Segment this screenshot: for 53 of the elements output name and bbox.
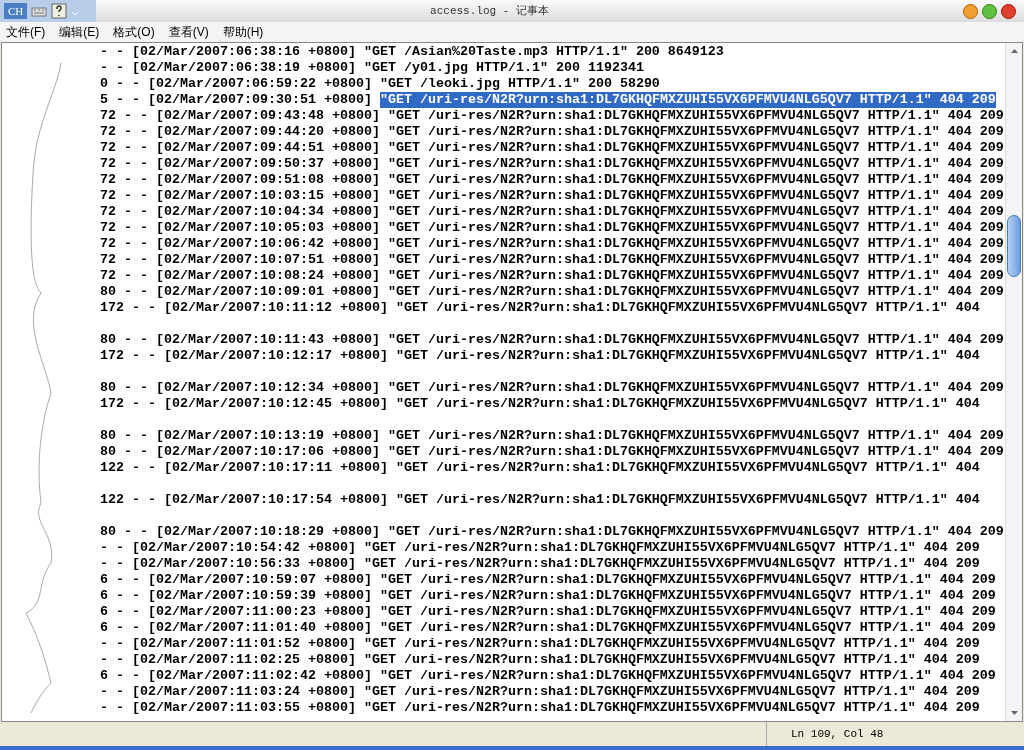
log-line: - - [02/Mar/2007:11:03:55 +0800] "GET /uri-res/N2R?urn:sha1:DL7GKHQFMXZUHI55VX6PFMVU4NLG5QV7 HTTP/1.1" 404 209 bbox=[100, 700, 980, 716]
log-line: 72 - - [02/Mar/2007:09:44:20 +0800] "GET /uri-res/N2R?urn:sha1:DL7GKHQFMXZUHI55VX6PFMVU4NLG5QV7 HTTP/1.1" 404 209 bbox=[100, 124, 1004, 140]
log-line: 172 - - [02/Mar/2007:10:11:12 +0800] "GET /uri-res/N2R?urn:sha1:DL7GKHQFMXZUHI55VX6PFMVU4NLG5QV7 HTTP/1.1" 404 bbox=[100, 300, 980, 316]
log-line: 6 - - [02/Mar/2007:11:02:42 +0800] "GET /uri-res/N2R?urn:sha1:DL7GKHQFMXZUHI55VX6PFMVU4NLG5QV7 HTTP/1.1" 404 209 bbox=[100, 668, 996, 684]
log-line: 80 - - [02/Mar/2007:10:17:06 +0800] "GET /uri-res/N2R?urn:sha1:DL7GKHQFMXZUHI55VX6PFMVU4NLG5QV7 HTTP/1.1" 404 209 bbox=[100, 444, 1004, 460]
log-line: 122 - - [02/Mar/2007:10:17:54 +0800] "GET /uri-res/N2R?urn:sha1:DL7GKHQFMXZUHI55VX6PFMVU4NLG5QV7 HTTP/1.1" 404 bbox=[100, 492, 980, 508]
log-line: - - [02/Mar/2007:11:03:24 +0800] "GET /uri-res/N2R?urn:sha1:DL7GKHQFMXZUHI55VX6PFMVU4NLG5QV7 HTTP/1.1" 404 209 bbox=[100, 684, 980, 700]
menu-item[interactable]: 格式(O) bbox=[113, 23, 155, 41]
log-line: 80 - - [02/Mar/2007:10:12:34 +0800] "GET /uri-res/N2R?urn:sha1:DL7GKHQFMXZUHI55VX6PFMVU4NLG5QV7 HTTP/1.1" 404 209 bbox=[100, 380, 1004, 396]
window-title: access.log - 记事本 bbox=[430, 3, 549, 19]
log-line: 5 - - [02/Mar/2007:09:30:51 +0800] bbox=[100, 92, 372, 108]
maximize-button[interactable] bbox=[982, 3, 997, 19]
log-line: 72 - - [02/Mar/2007:09:43:48 +0800] "GET /uri-res/N2R?urn:sha1:DL7GKHQFMXZUHI55VX6PFMVU4NLG5QV7 HTTP/1.1" 404 209 bbox=[100, 108, 1004, 124]
log-line: - - [02/Mar/2007:11:02:25 +0800] "GET /uri-res/N2R?urn:sha1:DL7GKHQFMXZUHI55VX6PFMVU4NLG5QV7 HTTP/1.1" 404 209 bbox=[100, 652, 980, 668]
close-button[interactable] bbox=[1001, 3, 1016, 19]
log-line: - - [02/Mar/2007:11:01:52 +0800] "GET /uri-res/N2R?urn:sha1:DL7GKHQFMXZUHI55VX6PFMVU4NLG5QV7 HTTP/1.1" 404 209 bbox=[100, 636, 980, 652]
log-line: 6 - - [02/Mar/2007:10:59:07 +0800] "GET /uri-res/N2R?urn:sha1:DL7GKHQFMXZUHI55VX6PFMVU4NLG5QV7 HTTP/1.1" 404 209 bbox=[100, 572, 996, 588]
log-line: 6 - - [02/Mar/2007:10:59:39 +0800] "GET /uri-res/N2R?urn:sha1:DL7GKHQFMXZUHI55VX6PFMVU4NLG5QV7 HTTP/1.1" 404 209 bbox=[100, 588, 996, 604]
menu-item[interactable]: 查看(V) bbox=[168, 23, 209, 41]
menu-item[interactable]: 编辑(E) bbox=[59, 23, 100, 41]
log-line: 80 - - [02/Mar/2007:10:18:29 +0800] "GET /uri-res/N2R?urn:sha1:DL7GKHQFMXZUHI55VX6PFMVU4NLG5QV7 HTTP/1.1" 404 209 bbox=[100, 524, 1004, 540]
log-line: 72 - - [02/Mar/2007:10:03:15 +0800] "GET /uri-res/N2R?urn:sha1:DL7GKHQFMXZUHI55VX6PFMVU4NLG5QV7 HTTP/1.1" 404 209 bbox=[100, 188, 1004, 204]
text-area[interactable] bbox=[1, 42, 1023, 722]
log-line: 80 - - [02/Mar/2007:10:11:43 +0800] "GET /uri-res/N2R?urn:sha1:DL7GKHQFMXZUHI55VX6PFMVU4NLG5QV7 HTTP/1.1" 404 209 bbox=[100, 332, 1004, 348]
log-line: 72 - - [02/Mar/2007:09:50:37 +0800] "GET /uri-res/N2R?urn:sha1:DL7GKHQFMXZUHI55VX6PFMVU4NLG5QV7 HTTP/1.1" 404 209 bbox=[100, 156, 1004, 172]
scrollbar[interactable] bbox=[1005, 43, 1022, 721]
log-line: 80 - - [02/Mar/2007:10:13:19 +0800] "GET /uri-res/N2R?urn:sha1:DL7GKHQFMXZUHI55VX6PFMVU4NLG5QV7 HTTP/1.1" 404 209 bbox=[100, 428, 1004, 444]
cursor-position: Ln 109, Col 48 bbox=[791, 726, 884, 742]
log-line: - - [02/Mar/2007:10:54:42 +0800] "GET /uri-res/N2R?urn:sha1:DL7GKHQFMXZUHI55VX6PFMVU4NLG5QV7 HTTP/1.1" 404 209 bbox=[100, 540, 980, 556]
selected-text: "GET /uri-res/N2R?urn:sha1:DL7GKHQFMXZUHI55VX6PFMVU4NLG5QV7 HTTP/1.1" 404 209 bbox=[379, 92, 996, 108]
scrollbar-thumb[interactable] bbox=[1007, 215, 1021, 277]
log-line: 122 - - [02/Mar/2007:10:17:11 +0800] "GET /uri-res/N2R?urn:sha1:DL7GKHQFMXZUHI55VX6PFMVU4NLG5QV7 HTTP/1.1" 404 bbox=[100, 460, 980, 476]
log-line: 72 - - [02/Mar/2007:10:04:34 +0800] "GET /uri-res/N2R?urn:sha1:DL7GKHQFMXZUHI55VX6PFMVU4NLG5QV7 HTTP/1.1" 404 209 bbox=[100, 204, 1004, 220]
log-line: 72 - - [02/Mar/2007:09:44:51 +0800] "GET /uri-res/N2R?urn:sha1:DL7GKHQFMXZUHI55VX6PFMVU4NLG5QV7 HTTP/1.1" 404 209 bbox=[100, 140, 1004, 156]
log-line: 72 - - [02/Mar/2007:09:51:08 +0800] "GET /uri-res/N2R?urn:sha1:DL7GKHQFMXZUHI55VX6PFMVU4NLG5QV7 HTTP/1.1" 404 209 bbox=[100, 172, 1004, 188]
menu-item[interactable]: 文件(F) bbox=[6, 23, 46, 41]
language-indicator[interactable]: CH bbox=[4, 2, 28, 20]
log-line: 80 - - [02/Mar/2007:10:09:01 +0800] "GET /uri-res/N2R?urn:sha1:DL7GKHQFMXZUHI55VX6PFMVU4NLG5QV7 HTTP/1.1" 404 209 bbox=[100, 284, 1004, 300]
log-line: - - [02/Mar/2007:06:38:16 +0800] "GET /Asian%20Taste.mp3 HTTP/1.1" 200 8649123 bbox=[100, 44, 724, 60]
log-line: 6 - - [02/Mar/2007:11:00:23 +0800] "GET /uri-res/N2R?urn:sha1:DL7GKHQFMXZUHI55VX6PFMVU4NLG5QV7 HTTP/1.1" 404 209 bbox=[100, 604, 996, 620]
menu-item[interactable]: 帮助(H) bbox=[222, 23, 264, 41]
log-line: 72 - - [02/Mar/2007:10:08:24 +0800] "GET /uri-res/N2R?urn:sha1:DL7GKHQFMXZUHI55VX6PFMVU4NLG5QV7 HTTP/1.1" 404 209 bbox=[100, 268, 1004, 284]
log-line: 72 - - [02/Mar/2007:10:06:42 +0800] "GET /uri-res/N2R?urn:sha1:DL7GKHQFMXZUHI55VX6PFMVU4NLG5QV7 HTTP/1.1" 404 209 bbox=[100, 236, 1004, 252]
log-line: 172 - - [02/Mar/2007:10:12:17 +0800] "GET /uri-res/N2R?urn:sha1:DL7GKHQFMXZUHI55VX6PFMVU4NLG5QV7 HTTP/1.1" 404 bbox=[100, 348, 980, 364]
log-line: 72 - - [02/Mar/2007:10:07:51 +0800] "GET /uri-res/N2R?urn:sha1:DL7GKHQFMXZUHI55VX6PFMVU4NLG5QV7 HTTP/1.1" 404 209 bbox=[100, 252, 1004, 268]
log-line: 72 - - [02/Mar/2007:10:05:03 +0800] "GET /uri-res/N2R?urn:sha1:DL7GKHQFMXZUHI55VX6PFMVU4NLG5QV7 HTTP/1.1" 404 209 bbox=[100, 220, 1004, 236]
log-line: 0 - - [02/Mar/2007:06:59:22 +0800] "GET /leoki.jpg HTTP/1.1" 200 58290 bbox=[100, 76, 660, 92]
log-line: - - [02/Mar/2007:06:38:19 +0800] "GET /y01.jpg HTTP/1.1" 200 1192341 bbox=[100, 60, 644, 76]
log-line: 6 - - [02/Mar/2007:11:01:40 +0800] "GET /uri-res/N2R?urn:sha1:DL7GKHQFMXZUHI55VX6PFMVU4NLG5QV7 HTTP/1.1" 404 209 bbox=[100, 620, 996, 636]
help-icon[interactable] bbox=[51, 3, 68, 19]
minimize-button[interactable] bbox=[963, 3, 978, 19]
log-line: 172 - - [02/Mar/2007:10:12:45 +0800] "GET /uri-res/N2R?urn:sha1:DL7GKHQFMXZUHI55VX6PFMVU4NLG5QV7 HTTP/1.1" 404 bbox=[100, 396, 980, 412]
log-line: - - [02/Mar/2007:10:56:33 +0800] "GET /uri-res/N2R?urn:sha1:DL7GKHQFMXZUHI55VX6PFMVU4NLG5QV7 HTTP/1.1" 404 209 bbox=[100, 556, 980, 572]
